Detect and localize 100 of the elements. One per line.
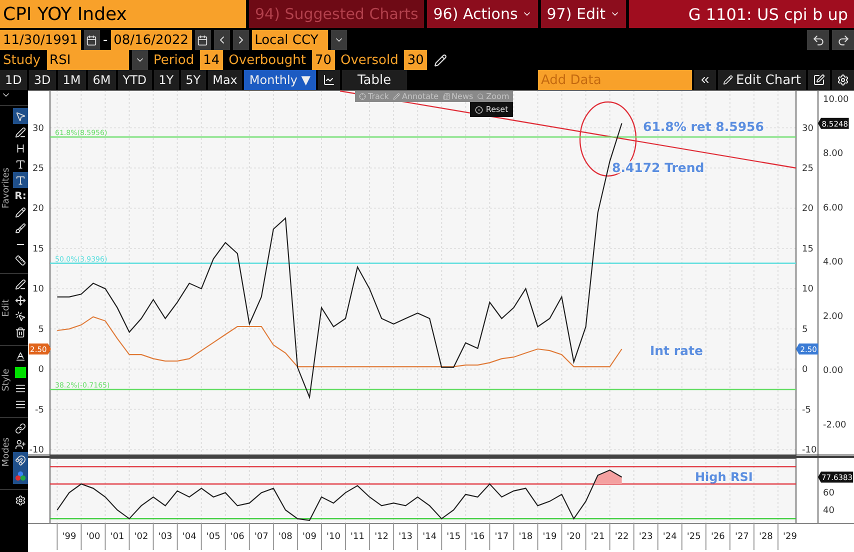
tool-icon (359, 93, 366, 100)
axis-label: '23 (638, 532, 653, 542)
range-tab[interactable]: 1Y (154, 70, 179, 90)
axis-label: '24 (662, 532, 677, 542)
range-tab[interactable]: 1D (0, 70, 27, 90)
line-chart-icon (322, 74, 334, 86)
axis-label: '99 (62, 532, 76, 542)
axis-label: 25 (32, 164, 44, 174)
study-label: Study (2, 52, 42, 70)
menu-button[interactable]: 96) Actions (427, 0, 538, 28)
table-button[interactable]: Table (342, 70, 408, 90)
axis-label: '29 (783, 532, 797, 542)
ruler-icon (15, 254, 26, 266)
tool-icon (477, 93, 484, 100)
axis-label: '09 (302, 532, 316, 542)
axis-label: '13 (398, 532, 413, 542)
axis-label: -5 (802, 405, 811, 416)
settings-button[interactable] (832, 70, 854, 90)
brush-icon (15, 222, 26, 234)
text-icon (15, 158, 26, 170)
next-button[interactable] (232, 30, 249, 50)
study-dropdown[interactable]: RSI (46, 50, 129, 70)
font-icon (15, 350, 26, 362)
line-tool-icon (15, 126, 26, 138)
section-label: Modes (2, 437, 12, 467)
axis-label: -2.00 (823, 420, 846, 430)
magnet-icon (15, 454, 26, 466)
axis-label: '11 (350, 532, 364, 542)
axis-label: '18 (518, 532, 533, 542)
axis-label: '16 (470, 532, 485, 542)
axis-label: 40 (823, 506, 834, 516)
axis-label: '04 (182, 532, 196, 542)
dropdown-button[interactable] (132, 50, 148, 70)
line-tool-icon (15, 278, 26, 290)
axis-label: -5 (35, 405, 44, 416)
pencil-icon[interactable] (434, 54, 447, 66)
tool-button[interactable] (13, 172, 28, 188)
axis-label: -10 (802, 446, 817, 456)
chart-type-button[interactable] (318, 70, 340, 90)
axis-label: '27 (734, 532, 749, 542)
reset-button[interactable]: Reset (470, 102, 514, 117)
tool-icon (392, 93, 400, 100)
axis-label: '20 (566, 532, 581, 542)
calendar-icon (86, 34, 98, 46)
range-tab[interactable]: 5Y (180, 70, 206, 90)
text-icon (15, 174, 26, 186)
edit-button[interactable] (808, 70, 830, 90)
settings-icon (15, 494, 26, 506)
collapse-button[interactable] (694, 70, 716, 90)
range-tab[interactable]: YTD (118, 70, 152, 90)
range-tab[interactable]: Max (208, 70, 242, 90)
calendar-button[interactable] (84, 30, 100, 50)
parameter-field[interactable]: 30 (404, 50, 427, 70)
section-label: Style (2, 368, 12, 392)
axis-label: 2.00 (823, 312, 844, 322)
parameter-field[interactable]: 14 (200, 50, 223, 70)
security-title: CPI YOY Index (0, 0, 246, 28)
redo-button[interactable] (832, 30, 854, 50)
date-field[interactable]: 08/16/2022 (110, 30, 192, 50)
range-tab[interactable]: 6M (88, 70, 116, 90)
axis-label: '26 (710, 532, 725, 542)
date-field[interactable]: 11/30/1991 (0, 30, 81, 50)
calendar-button[interactable] (194, 30, 211, 50)
pointer-icon (15, 110, 26, 122)
tool-button[interactable] (13, 452, 28, 468)
menu-button[interactable]: 97) Edit (540, 0, 626, 28)
axis-label: '02 (134, 532, 148, 542)
double-chevron-icon (698, 74, 711, 86)
undo-button[interactable] (807, 30, 829, 50)
range-tab[interactable]: Monthly ▼ (244, 70, 316, 90)
previous-button[interactable] (214, 30, 230, 50)
dropdown-button[interactable] (330, 30, 347, 50)
axis-label: '22 (614, 532, 629, 542)
reset-icon (474, 106, 483, 114)
axis-label: 20 (802, 204, 814, 214)
axis-label: '15 (446, 532, 461, 542)
pointer-icon (15, 310, 26, 322)
text-icon (15, 142, 26, 154)
edit-chart-button[interactable]: Edit Chart (718, 70, 806, 90)
axis-label: '01 (110, 532, 124, 542)
axis-label: '08 (278, 532, 292, 542)
axis-label: 5 (38, 324, 44, 335)
edit-icon (813, 74, 825, 86)
axis-label: '06 (230, 532, 244, 542)
axis-label: '00 (86, 532, 100, 542)
axis-label: 60 (823, 488, 834, 499)
axis-label: 5 (802, 324, 808, 335)
tool-button[interactable] (13, 108, 28, 124)
range-tab[interactable]: 3D (28, 70, 56, 90)
range-tab[interactable]: 1M (58, 70, 86, 90)
tool-button[interactable]: R: (13, 188, 28, 204)
lines-icon (15, 382, 26, 394)
currency-dropdown[interactable]: Local CCY (252, 30, 328, 50)
undo-icon (812, 34, 824, 46)
annotation-text: High RSI (695, 470, 753, 484)
axis-label: 15 (32, 244, 44, 254)
parameter-label: Oversold (340, 52, 400, 70)
axis-label: '28 (759, 532, 773, 542)
parameter-field[interactable]: 70 (312, 50, 334, 70)
axis-label: 6.00 (823, 203, 844, 214)
